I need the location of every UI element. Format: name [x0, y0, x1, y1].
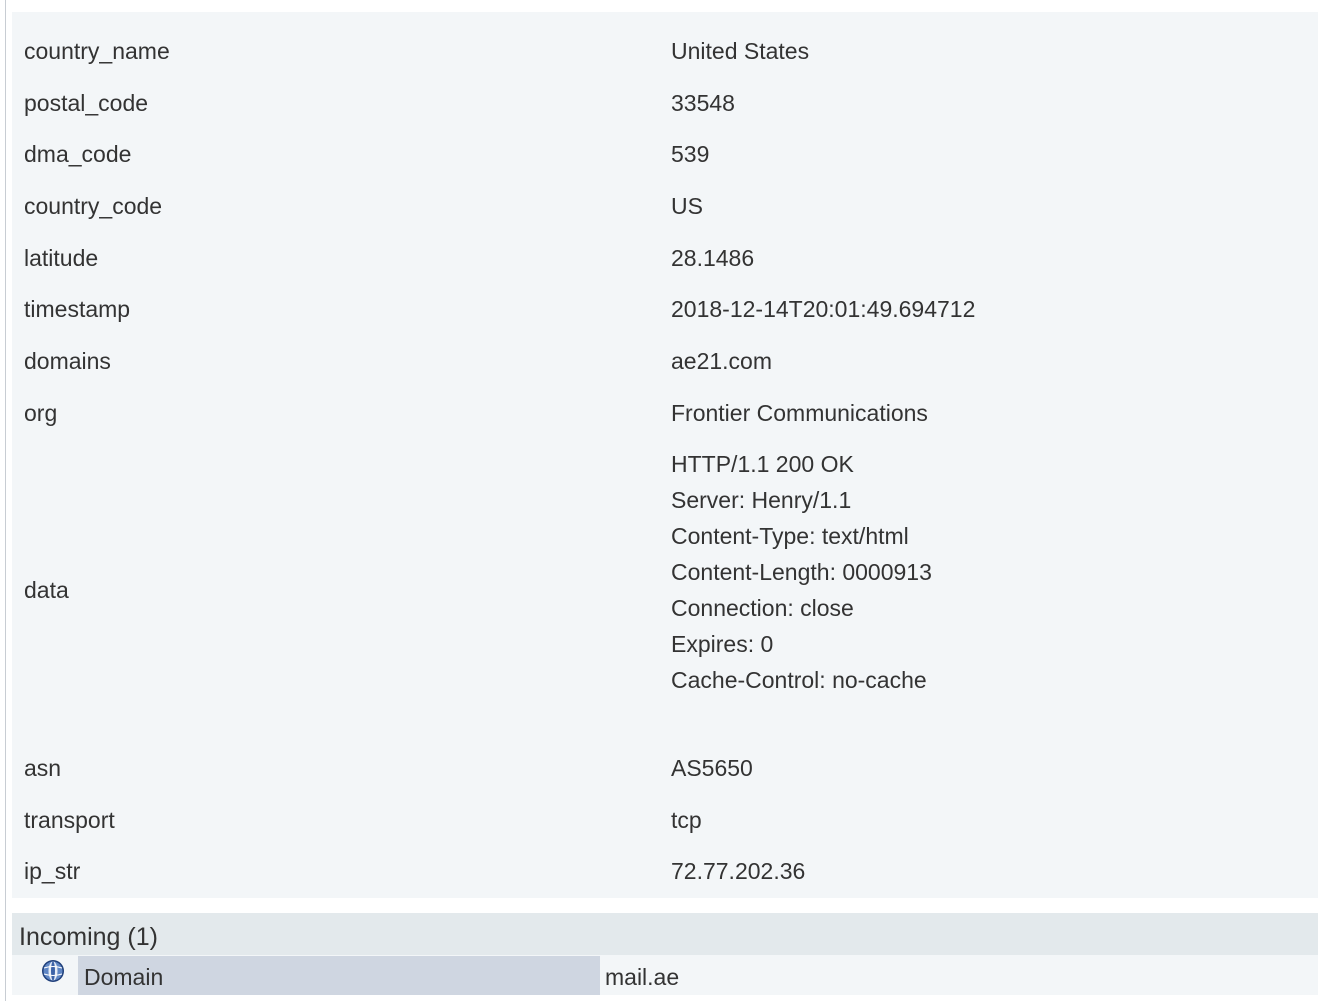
page: country_name United States postal_code 3…: [0, 0, 1325, 1001]
incoming-domain-value[interactable]: mail.ae: [605, 959, 679, 995]
property-value: tcp: [671, 807, 702, 833]
incoming-header: Incoming (1): [12, 913, 1318, 955]
property-key: asn: [24, 755, 62, 781]
property-key: org: [24, 400, 58, 426]
property-value: ae21.com: [671, 348, 773, 374]
property-value: 33548: [671, 90, 735, 116]
incoming-label-cell: Domain: [78, 956, 600, 995]
property-key: data: [24, 577, 69, 603]
property-value: 28.1486: [671, 245, 755, 271]
properties-table: country_name United States postal_code 3…: [12, 12, 1318, 898]
property-value-banner: HTTP/1.1 200 OK Server: Henry/1.1 Conten…: [671, 451, 932, 693]
incoming-title: Incoming (1): [19, 923, 158, 951]
property-key: latitude: [24, 245, 99, 271]
property-value: 2018-12-14T20:01:49.694712: [671, 296, 976, 322]
incoming-section: Incoming (1) Domain mail.ae: [12, 913, 1318, 995]
property-key: domains: [24, 348, 111, 374]
property-value: AS5650: [671, 755, 753, 781]
incoming-type-label: Domain: [84, 964, 164, 990]
globe-icon: [41, 959, 65, 983]
property-key: postal_code: [24, 90, 149, 116]
property-key: dma_code: [24, 141, 132, 167]
property-value: United States: [671, 38, 810, 64]
property-key: transport: [24, 807, 115, 833]
property-value: 72.77.202.36: [671, 858, 806, 884]
left-border: [5, 0, 6, 1001]
property-key: country_code: [24, 193, 163, 219]
property-value: Frontier Communications: [671, 400, 928, 426]
property-key: country_name: [24, 38, 170, 64]
property-value: 539: [671, 141, 710, 167]
property-key: timestamp: [24, 296, 131, 322]
property-key: ip_str: [24, 858, 81, 884]
property-value: US: [671, 193, 703, 219]
